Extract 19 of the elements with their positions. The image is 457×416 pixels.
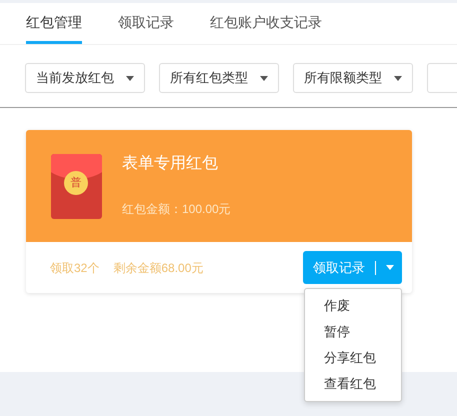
remaining-amount: 剩余金额68.00元 [113, 260, 204, 276]
menu-item[interactable]: 暂停 [305, 319, 401, 345]
packet-amount: 红包金额：100.00元 [122, 201, 231, 218]
claimed-count: 领取32个 [50, 260, 100, 276]
menu-item[interactable]: 作废 [305, 293, 401, 319]
caret-icon [394, 76, 402, 80]
tab[interactable]: 红包账户收支记录 [210, 3, 322, 44]
dropdown-select[interactable]: 所有红包类型 [159, 63, 279, 93]
caret-icon [386, 265, 394, 270]
envelope-badge-text: 普 [70, 176, 82, 191]
tab[interactable]: 红包管理 [26, 3, 82, 44]
menu-item[interactable]: 分享红包 [305, 345, 401, 371]
tab[interactable]: 领取记录 [118, 3, 174, 44]
packet-title: 表单专用红包 [122, 154, 219, 174]
menu-item[interactable]: 查看红包 [305, 371, 401, 397]
caret-icon [260, 76, 268, 80]
dropdown-select[interactable]: 当前发放红包 [25, 63, 145, 93]
caret-icon [126, 76, 134, 80]
dropdown-select[interactable]: 所有限额类型 [293, 63, 413, 93]
